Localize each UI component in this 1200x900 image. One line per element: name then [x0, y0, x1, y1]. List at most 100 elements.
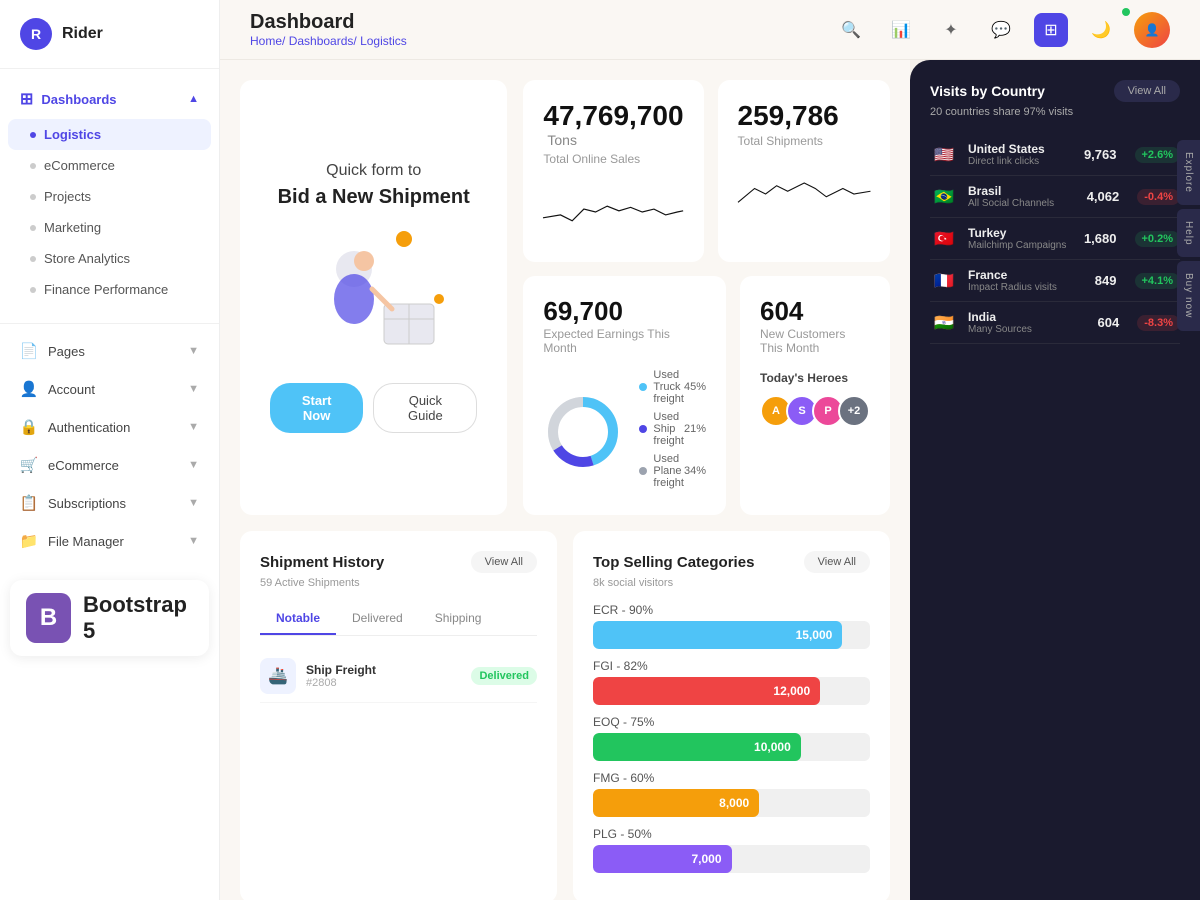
status-dot [1122, 8, 1130, 16]
stat-value-shipments: 259,786 [738, 100, 870, 132]
chat-icon[interactable]: 💬 [984, 13, 1018, 47]
grid-icon[interactable]: ⊞ [1034, 13, 1068, 47]
breadcrumb-home: Home/ [250, 34, 289, 48]
chevron-down-icon: ▼ [188, 535, 199, 547]
user-avatar[interactable]: 👤 [1134, 12, 1170, 48]
ecommerce-icon: 🛒 [20, 456, 38, 474]
category-bar-row: FMG - 60% 8,000 [593, 771, 870, 817]
tab-shipping[interactable]: Shipping [419, 603, 498, 635]
account-icon: 👤 [20, 380, 38, 398]
visits-title: Visits by Country [930, 83, 1045, 99]
auth-item[interactable]: 🔒Authentication ▼ [0, 408, 219, 446]
ship-name: Ship Freight [306, 663, 461, 677]
help-tab[interactable]: Help [1177, 209, 1200, 258]
visits-subtitle: 20 countries share 97% visits [930, 106, 1180, 118]
sales-chart [543, 182, 683, 242]
stat-value-sales: 47,769,700 Tons [543, 100, 683, 150]
file-manager-item[interactable]: 📁File Manager ▼ [0, 522, 219, 560]
country-change: +4.1% [1135, 273, 1181, 289]
country-item: 🇺🇸 United States Direct link clicks 9,76… [930, 134, 1180, 176]
pages-icon: 📄 [20, 342, 38, 360]
sidebar-item-logistics[interactable]: Logistics [8, 119, 211, 150]
legend-truck: Used Truck freight 45% [639, 369, 706, 405]
country-info: Brasil All Social Channels [968, 184, 1077, 209]
subscriptions-icon: 📋 [20, 494, 38, 512]
logo[interactable]: R Rider [0, 0, 219, 69]
dashboards-label: ⊞ Dashboards [20, 89, 117, 109]
category-bar-row: PLG - 50% 7,000 [593, 827, 870, 873]
category-bar-row: EOQ - 75% 10,000 [593, 715, 870, 761]
customers-label: New Customers This Month [760, 327, 870, 355]
ship-id: #2808 [306, 677, 461, 689]
country-info: France Impact Radius visits [968, 268, 1085, 293]
tab-notable[interactable]: Notable [260, 603, 336, 635]
visits-header: Visits by Country View All [930, 80, 1180, 102]
chevron-down-icon: ▼ [188, 421, 199, 433]
top-row: Quick form to Bid a New Shipment [240, 80, 890, 515]
sidebar-item-projects[interactable]: Projects [0, 181, 219, 212]
start-now-button[interactable]: Start Now [270, 383, 363, 433]
subscriptions-item[interactable]: 📋Subscriptions ▼ [0, 484, 219, 522]
view-all-visits-button[interactable]: View All [1114, 80, 1180, 102]
buy-now-tab[interactable]: Buy now [1177, 261, 1200, 330]
country-change: -8.3% [1137, 315, 1180, 331]
view-all-shipments-button[interactable]: View All [471, 551, 537, 573]
cat-bar-bg: 7,000 [593, 845, 870, 873]
cat-bar-fill: 10,000 [593, 733, 801, 761]
sidebar-item-ecommerce[interactable]: eCommerce [0, 150, 219, 181]
category-bar-row: ECR - 90% 15,000 [593, 603, 870, 649]
country-info: Turkey Mailchimp Campaigns [968, 226, 1074, 251]
promo-buttons: Start Now Quick Guide [270, 383, 477, 433]
cat-bar-bg: 12,000 [593, 677, 870, 705]
tab-delivered[interactable]: Delivered [336, 603, 419, 635]
dashboards-section: ⊞ Dashboards ▲ Logistics eCommerce Proje… [0, 69, 219, 315]
cat-label: FGI - 82% [593, 659, 870, 673]
dot [30, 194, 36, 200]
search-button[interactable]: 🔍 [834, 13, 868, 47]
sidebar-item-finance[interactable]: Finance Performance [0, 274, 219, 305]
cat-label: ECR - 90% [593, 603, 870, 617]
cat-label: EOQ - 75% [593, 715, 870, 729]
country-item: 🇫🇷 France Impact Radius visits 849 +4.1% [930, 260, 1180, 302]
shipment-header: Shipment History View All [260, 551, 537, 573]
view-all-categories-button[interactable]: View All [804, 551, 870, 573]
breadcrumb-dashboards: Dashboards/ [289, 34, 360, 48]
account-item[interactable]: 👤Account ▼ [0, 370, 219, 408]
stat-label-sales: Total Online Sales [543, 152, 683, 166]
explore-tab[interactable]: Explore [1177, 140, 1200, 205]
sidebar: R Rider ⊞ Dashboards ▲ Logistics eCommer… [0, 0, 220, 900]
header: Dashboard Home/ Dashboards/ Logistics 🔍 … [220, 0, 1200, 60]
categories-header: Top Selling Categories View All [593, 551, 870, 573]
active-dot [30, 132, 36, 138]
page-title: Dashboard [250, 11, 407, 34]
settings-icon[interactable]: ✦ [934, 13, 968, 47]
logo-icon: R [20, 18, 52, 50]
header-right: 🔍 📊 ✦ 💬 ⊞ 🌙 👤 [834, 12, 1170, 48]
promo-line2: Bid a New Shipment [278, 186, 470, 209]
promo-card: Quick form to Bid a New Shipment [240, 80, 507, 515]
stats-row-1: 47,769,700 Tons Total Online Sales [523, 80, 890, 262]
country-change: +2.6% [1135, 147, 1181, 163]
heroes-label: Today's Heroes [760, 371, 870, 385]
chevron-up-icon: ▲ [188, 93, 199, 105]
country-item: 🇧🇷 Brasil All Social Channels 4,062 -0.4… [930, 176, 1180, 218]
earnings-value: 69,700 [543, 296, 706, 327]
donut-chart [543, 392, 623, 472]
country-flag: 🇫🇷 [930, 271, 958, 291]
sidebar-item-marketing[interactable]: Marketing [0, 212, 219, 243]
shipment-title: Shipment History [260, 554, 384, 571]
side-tabs: Explore Help Buy now [1177, 140, 1200, 335]
cat-bar-bg: 15,000 [593, 621, 870, 649]
pages-item[interactable]: 📄Pages ▼ [0, 332, 219, 370]
dashboards-group[interactable]: ⊞ Dashboards ▲ [0, 79, 219, 119]
ecommerce-item[interactable]: 🛒eCommerce ▼ [0, 446, 219, 484]
theme-toggle[interactable]: 🌙 [1084, 13, 1118, 47]
chevron-down-icon: ▼ [188, 459, 199, 471]
cat-bar-fill: 12,000 [593, 677, 820, 705]
content-main: Quick form to Bid a New Shipment [220, 60, 910, 900]
analytics-icon[interactable]: 📊 [884, 13, 918, 47]
country-change: -0.4% [1137, 189, 1180, 205]
shipment-subtitle: 59 Active Shipments [260, 577, 537, 589]
quick-guide-button[interactable]: Quick Guide [373, 383, 477, 433]
sidebar-item-store-analytics[interactable]: Store Analytics [0, 243, 219, 274]
